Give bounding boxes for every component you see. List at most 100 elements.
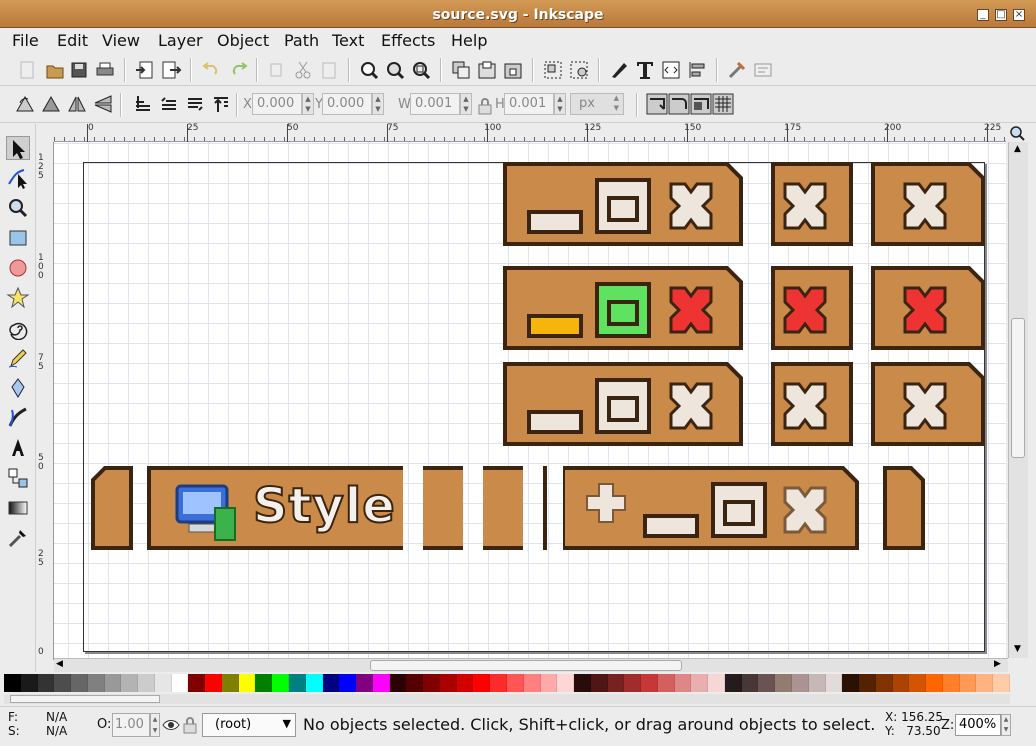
document-properties-icon[interactable] [752,59,774,81]
palette-swatch[interactable] [138,674,155,692]
menu-view[interactable]: View [102,31,140,50]
vertical-scrollbar[interactable]: ▲ ▼ [1008,142,1028,658]
palette-swatch[interactable] [875,674,893,692]
zoom-selection-icon[interactable] [358,59,380,81]
flip-vertical-icon[interactable] [92,93,114,115]
scroll-down-icon[interactable]: ▼ [1014,644,1021,654]
palette-swatch[interactable] [775,674,792,692]
redo-icon[interactable] [228,59,250,81]
rectangle-tool-icon[interactable] [6,226,30,250]
palette-swatch[interactable] [54,674,72,692]
pen-tool-icon[interactable] [6,376,30,400]
y-input[interactable]: 0.000 [322,93,372,115]
horizontal-scroll-thumb[interactable] [370,660,682,671]
preferences-icon[interactable] [726,59,748,81]
palette-swatch[interactable] [305,674,323,692]
close-button-pressed[interactable] [771,362,853,446]
palette-swatch[interactable] [624,674,642,692]
palette-swatch[interactable] [4,674,21,692]
active-title-segment[interactable]: Style [147,466,403,550]
ungroup-icon[interactable] [568,59,590,81]
scroll-right-icon[interactable]: ▶ [994,659,1001,669]
palette-swatch[interactable] [942,674,960,692]
palette-swatch[interactable] [272,674,290,692]
title-middle-segment[interactable] [423,466,463,550]
menu-layer[interactable]: Layer [158,31,203,50]
calligraphy-tool-icon[interactable] [6,406,30,430]
palette-swatch[interactable] [724,674,742,692]
raise-icon[interactable] [184,93,206,115]
export-icon[interactable] [160,59,182,81]
palette-swatch[interactable] [758,674,776,692]
undo-icon[interactable] [200,59,222,81]
spiral-tool-icon[interactable] [6,316,30,340]
connector-tool-icon[interactable] [6,466,30,490]
title-left-cap[interactable] [91,466,133,550]
palette-swatch[interactable] [104,674,122,692]
x-input[interactable]: 0.000 [252,93,302,115]
palette-swatch[interactable] [71,674,88,692]
cut-icon[interactable] [292,59,314,81]
drawing-canvas[interactable]: Style [54,142,1006,658]
horizontal-ruler[interactable]: 0 25 50 75 100 125 150 175 200 225 [54,123,1006,142]
palette-swatch[interactable] [205,674,222,692]
raise-to-top-icon[interactable] [210,93,232,115]
palette-swatch[interactable] [825,674,843,692]
palette-swatch[interactable] [423,674,440,692]
print-icon[interactable] [94,59,116,81]
scale-corners-toggle-icon[interactable] [668,93,690,115]
palette-swatch[interactable] [255,674,273,692]
node-tool-icon[interactable] [6,166,30,190]
opacity-spin-arrows[interactable]: ▲ ▼ [150,713,160,737]
lock-icon[interactable] [474,95,496,117]
close-button-rounded-normal[interactable] [871,162,985,246]
w-spin-arrows[interactable]: ▲ ▼ [460,93,472,115]
maximize-button[interactable]: □ [995,9,1007,21]
vertical-ruler[interactable]: 1 2 5 1 0 0 7 5 5 0 2 5 0 [36,142,54,660]
menu-object[interactable]: Object [217,31,269,50]
new-document-icon[interactable] [16,59,38,81]
color-palette[interactable] [4,674,1010,692]
palette-swatch[interactable] [339,674,357,692]
y-spin-arrows[interactable]: ▲ ▼ [372,93,384,115]
pencil-tool-icon[interactable] [6,346,30,370]
unlink-clone-icon[interactable] [502,59,524,81]
palette-swatch[interactable] [607,674,625,692]
h-spin-arrows[interactable]: ▲ ▼ [554,93,566,115]
group-icon[interactable] [542,59,564,81]
palette-swatch[interactable] [842,674,860,692]
zoom-input[interactable]: 400% [955,714,1001,736]
palette-swatch[interactable] [741,674,759,692]
menu-text[interactable]: Text [332,31,364,50]
palette-swatch[interactable] [993,674,1010,692]
palette-swatch[interactable] [439,674,457,692]
palette-swatch[interactable] [523,674,541,692]
layer-select[interactable]: (root) ▼ [202,713,296,737]
palette-swatch[interactable] [406,674,424,692]
palette-swatch[interactable] [322,674,340,692]
opacity-input[interactable]: 1.00 [112,713,150,737]
palette-swatch[interactable] [674,674,692,692]
text-font-icon[interactable] [634,59,656,81]
palette-swatch[interactable] [356,674,373,692]
lower-icon[interactable] [158,93,180,115]
titlebar-buttons-normal[interactable] [503,162,743,246]
palette-scrollbar[interactable] [4,694,1010,704]
x-spin-arrows[interactable]: ▲ ▼ [302,93,314,115]
zoom-corner-icon[interactable] [1008,124,1028,142]
xml-editor-icon[interactable] [660,59,682,81]
horizontal-scrollbar[interactable]: ◀ ▶ [54,658,1008,672]
palette-swatch[interactable] [909,674,927,692]
rotate-cw-icon[interactable] [40,93,62,115]
copy-icon[interactable] [266,59,288,81]
palette-swatch[interactable] [154,674,172,692]
menu-effects[interactable]: Effects [381,31,435,50]
close-button-normal[interactable] [771,162,853,246]
ellipse-tool-icon[interactable] [6,256,30,280]
palette-swatch[interactable] [691,674,709,692]
palette-swatch[interactable] [37,674,55,692]
align-distribute-icon[interactable] [686,59,708,81]
palette-swatch[interactable] [590,674,608,692]
move-patterns-toggle-icon[interactable] [712,93,734,115]
palette-swatch[interactable] [808,674,826,692]
